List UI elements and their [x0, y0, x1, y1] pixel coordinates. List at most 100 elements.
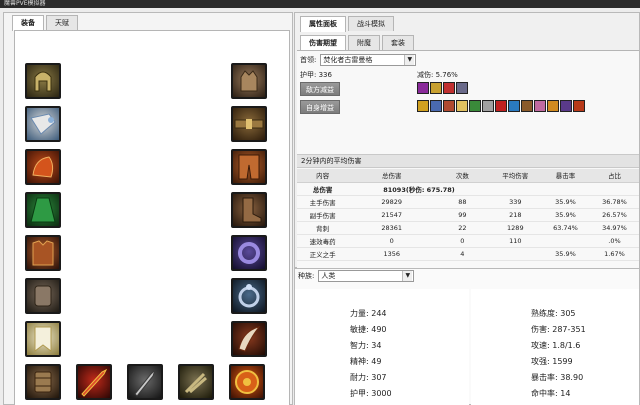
off-hand-slot[interactable]	[127, 364, 163, 400]
cloak-icon	[30, 197, 56, 223]
gloves-icon	[240, 70, 258, 92]
trinket-2-slot[interactable]	[25, 364, 61, 400]
left-tab-bar: 装备 天赋	[12, 15, 80, 31]
tab-combat-sim[interactable]: 战斗模拟	[348, 16, 394, 31]
off-hand-icon	[134, 369, 156, 397]
col-header: 暴击率	[540, 169, 590, 183]
tab-equipment[interactable]: 装备	[12, 15, 44, 31]
stat-agility: 敏捷: 490	[350, 322, 392, 338]
boots-slot[interactable]	[231, 192, 267, 228]
legs-icon	[238, 154, 260, 180]
ring-1-slot[interactable]	[231, 235, 267, 271]
table-cell: 0	[348, 234, 436, 248]
tab-attributes[interactable]: 属性面板	[300, 16, 346, 32]
debuff-icon[interactable]	[443, 82, 455, 94]
buff-icon[interactable]	[508, 100, 520, 112]
stat-value: 38.90	[560, 373, 584, 382]
sub-tab-bar: 伤害期望 附魔 套装	[300, 35, 416, 51]
gloves-slot[interactable]	[231, 63, 267, 99]
table-row: 背刺 28361 22 1289 63.74% 34.97%	[297, 221, 639, 235]
buff-icon[interactable]	[443, 100, 455, 112]
bag-slot[interactable]	[229, 364, 265, 400]
damage-table: 内容 总伤害 次数 平均伤害 暴击率 占比 总伤害 81093(秒伤: 675.…	[297, 169, 639, 261]
window-title: 魔兽PVE模拟器	[0, 0, 640, 8]
buff-icon[interactable]	[482, 100, 494, 112]
buff-icon[interactable]	[417, 100, 429, 112]
table-cell: 副手伤害	[297, 208, 349, 222]
table-cell: 88	[435, 195, 490, 209]
cloak-slot[interactable]	[25, 192, 61, 228]
target-row: 首领: 焚化者古雷曼格 ▼	[300, 54, 417, 66]
equipment-slots-box	[14, 30, 290, 405]
main-hand-slot[interactable]	[76, 364, 112, 400]
self-buff-button[interactable]: 自身增益	[300, 100, 340, 114]
buff-icon[interactable]	[547, 100, 559, 112]
table-cell: 35.9%	[540, 247, 590, 261]
buff-icon[interactable]	[534, 100, 546, 112]
buff-icon[interactable]	[469, 100, 481, 112]
right-tab-bar: 属性面板 战斗模拟	[300, 16, 396, 32]
damage-table-header: 内容 总伤害 次数 平均伤害 暴击率 占比	[297, 169, 639, 183]
stats-panel: 种族: 人类 ▼ 力量: 244 敏捷: 490 智力: 34 精神: 49 耐…	[294, 268, 640, 405]
attribute-panel: 属性面板 战斗模拟 伤害期望 附魔 套装 首领: 焚化者古雷曼格 ▼ 护甲: 3…	[294, 12, 640, 268]
ring-2-slot[interactable]	[231, 278, 267, 314]
table-row: 正义之手 1356 4 35.9% 1.67%	[297, 247, 639, 261]
tab-set[interactable]: 套装	[382, 35, 414, 50]
table-cell: 4	[435, 247, 490, 261]
table-cell: 339	[489, 195, 541, 209]
tab-enchant[interactable]: 附魔	[348, 35, 380, 50]
debuff-icon[interactable]	[456, 82, 468, 94]
chevron-down-icon: ▼	[402, 271, 413, 281]
race-select[interactable]: 人类 ▼	[318, 270, 415, 282]
belt-slot[interactable]	[231, 106, 267, 142]
tabard-slot[interactable]	[25, 321, 61, 357]
stat-spirit: 精神: 49	[350, 354, 392, 370]
neck-slot[interactable]	[25, 106, 61, 142]
table-cell: 26.57%	[589, 208, 639, 222]
debuff-icon[interactable]	[430, 82, 442, 94]
table-cell: 63.74%	[540, 221, 590, 235]
buff-icon[interactable]	[456, 100, 468, 112]
tab-damage-expectation[interactable]: 伤害期望	[300, 35, 346, 51]
trinket-slot[interactable]	[231, 321, 267, 357]
target-value: 焚化者古雷曼格	[323, 56, 373, 64]
bag-icon	[235, 370, 259, 394]
table-cell	[540, 182, 590, 196]
buff-icon[interactable]	[521, 100, 533, 112]
shoulder-slot[interactable]	[25, 149, 61, 185]
table-cell: 主手伤害	[297, 195, 349, 209]
debuff-icon[interactable]	[417, 82, 429, 94]
stat-armor: 护甲: 3000	[350, 386, 392, 402]
stat-value: 307	[371, 373, 387, 382]
table-cell	[540, 234, 590, 248]
stats-right-column: 熟练度: 305 伤害: 287-351 攻速: 1.8/1.6 攻强: 159…	[531, 306, 586, 402]
stat-label: 熟练度:	[531, 309, 558, 318]
chest-slot[interactable]	[25, 235, 61, 271]
legs-slot[interactable]	[231, 149, 267, 185]
stat-damage: 伤害: 287-351	[531, 322, 586, 338]
table-cell: 28361	[348, 221, 436, 235]
stat-label: 耐力:	[350, 373, 369, 382]
buff-icon[interactable]	[430, 100, 442, 112]
tab-talents[interactable]: 天赋	[46, 15, 78, 30]
buff-icon[interactable]	[495, 100, 507, 112]
helmet-slot[interactable]	[25, 63, 61, 99]
col-header: 平均伤害	[489, 169, 541, 183]
table-cell: 正义之手	[297, 247, 349, 261]
table-cell: 99	[435, 208, 490, 222]
boots-icon	[242, 197, 262, 223]
belt-icon	[234, 119, 264, 129]
buff-icon[interactable]	[560, 100, 572, 112]
target-select[interactable]: 焚化者古雷曼格 ▼	[320, 54, 417, 66]
stat-label: 敏捷:	[350, 325, 369, 334]
stat-value: 1599	[552, 357, 573, 366]
reduction-text: 减伤: 5.76%	[417, 71, 458, 79]
table-row: 副手伤害 21547 99 218 35.9% 26.57%	[297, 208, 639, 222]
shoulder-icon	[32, 156, 54, 178]
thrown-slot[interactable]	[178, 364, 214, 400]
bracer-slot[interactable]	[25, 278, 61, 314]
stat-value: 490	[371, 325, 387, 334]
buff-icon[interactable]	[573, 100, 585, 112]
enemy-debuff-button[interactable]: 敌方减益	[300, 82, 340, 96]
stat-label: 攻强:	[531, 357, 550, 366]
